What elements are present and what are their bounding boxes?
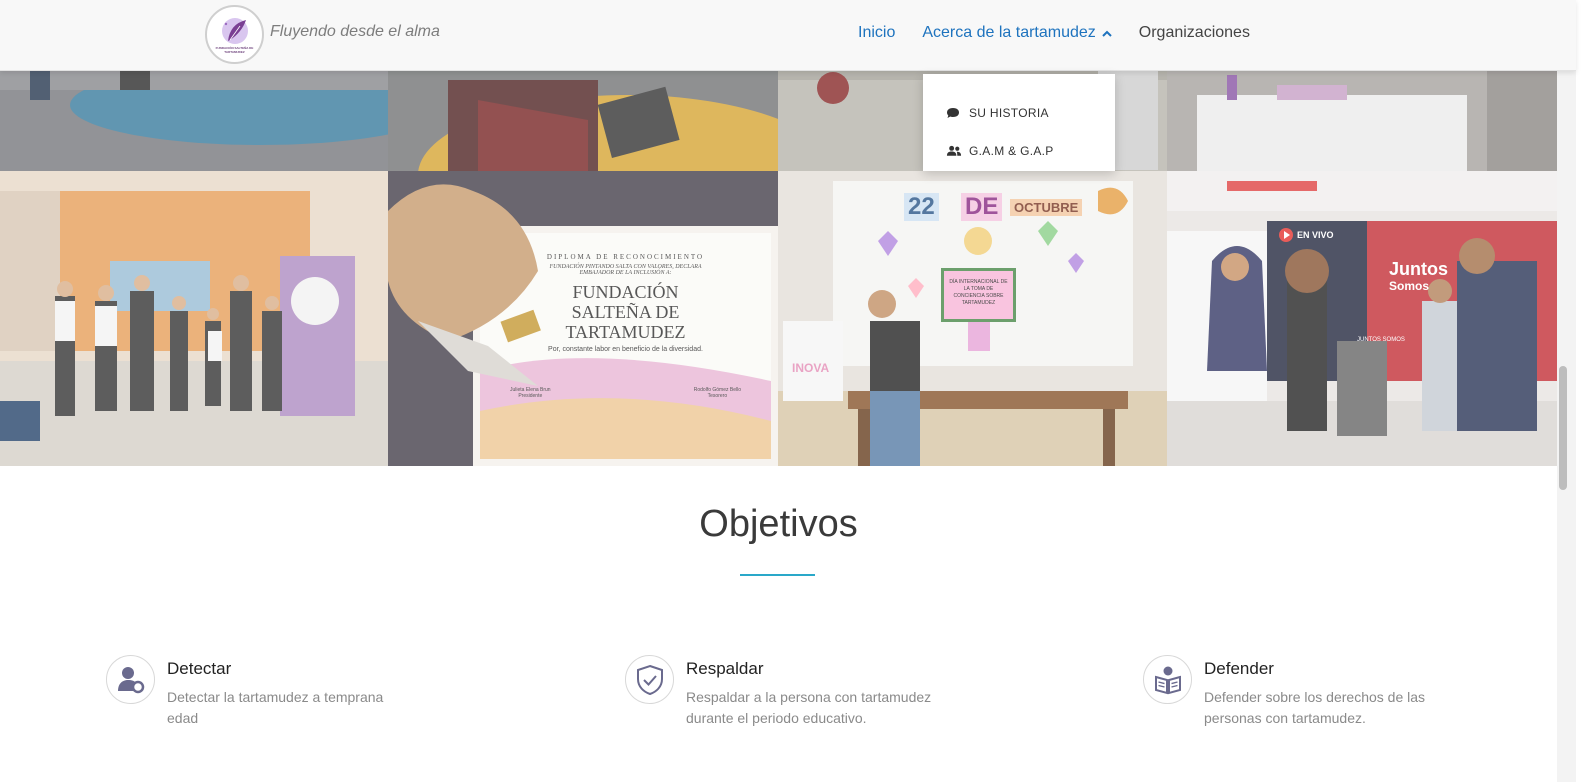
objective-respaldar: Respaldar Respaldar a la persona con tar… [625,655,965,735]
feather-logo-icon [221,17,248,44]
dropdown-label-gam-gap: G.A.M & G.A.P [969,144,1054,158]
tv-live-badge: EN VIVO [1279,228,1334,242]
nav-inicio[interactable]: Inicio [858,24,895,42]
dropdown-label-su-historia: SU HISTORIA [969,106,1049,120]
certificate-name1: FUNDACIÓN [572,282,679,302]
gallery-photo-board[interactable]: 22 DE OCTUBRE DÍA INTERNACIONAL DE LA TO… [778,171,1167,466]
certificate-line2: EMBAJADOR DE LA INCLUSIÓN A: [579,270,672,276]
certificate-signer2-role: Tesorero [707,393,728,399]
users-icon [946,145,962,157]
book-reader-icon [1143,655,1192,704]
certificate-signer2: Rodolfo Gómez Bello [693,387,741,393]
certificate-name2: SALTEÑA DE [571,302,680,322]
gallery-photo-tv[interactable]: EN VIVO Juntos Somos JUNTOS SOMOS [1167,171,1557,466]
objective-title: Defender [1204,659,1274,678]
board-sign: DÍA INTERNACIONAL DE LA TOMA DE CONCIENC… [941,268,1016,322]
chevron-up-icon [1102,24,1112,42]
nav-acerca[interactable]: Acerca de la tartamudez [922,24,1112,42]
main-nav: Inicio Acerca de la tartamudez Organizac… [858,24,1277,42]
nav-acerca-label: Acerca de la tartamudez [922,24,1096,41]
title-divider [740,574,815,576]
certificate-signer1: Julieta Elena Brun [510,387,551,393]
certificate-signer1-role: Presidente [518,393,543,399]
dropdown-item-su-historia[interactable]: SU HISTORIA [923,94,1115,132]
board-bag-text: INOVA [792,361,830,375]
comment-icon [946,107,962,119]
board-de: DE [961,193,1003,221]
board-month: OCTUBRE [1010,199,1083,216]
gallery-photo-certificate[interactable]: DIPLOMA DE RECONOCIMIENTO FUNDACIÓN PINT… [388,171,778,466]
objective-title: Detectar [167,659,232,678]
gallery-photo-group[interactable] [0,171,388,466]
tv-title1: Juntos [1389,259,1449,279]
objectives-title: Objetivos [699,503,858,545]
site-logo[interactable]: FUNDACIÓN SALTEÑA DE TARTAMUDEZ [205,5,264,64]
objective-title: Respaldar [686,659,764,678]
objective-detectar: Detectar Detectar la tartamudez a tempra… [106,655,446,735]
dropdown-item-gam-gap[interactable]: G.A.M & G.A.P [923,132,1115,170]
scrollbar-track[interactable] [1576,0,1592,782]
shield-check-icon [625,655,674,704]
board-day: 22 [904,193,939,221]
objective-text: Defender sobre los derechos de las perso… [1204,689,1426,726]
certificate-heading: DIPLOMA DE RECONOCIMIENTO [546,253,705,261]
brand-tagline[interactable]: Fluyendo desde el alma [270,23,440,41]
certificate-footer: Por, constante labor en beneficio de la … [548,346,703,353]
objective-defender: Defender Defender sobre los derechos de … [1143,655,1483,735]
certificate-line1: FUNDACIÓN PINTANDO SALTA CON VALORES, DE… [549,264,702,270]
about-dropdown-menu: SU HISTORIA G.A.M & G.A.P [923,74,1115,171]
tv-tag: JUNTOS SOMOS [1357,337,1405,343]
certificate-name3: TARTAMUDEZ [565,322,686,342]
tv-title2: Somos [1389,279,1430,293]
play-icon [1279,228,1293,242]
nav-organizaciones[interactable]: Organizaciones [1139,24,1250,42]
objective-text: Respaldar a la persona con tartamudez du… [686,689,932,726]
user-search-icon [106,655,155,704]
objective-text: Detectar la tartamudez a temprana edad [167,689,384,726]
scrollbar-thumb[interactable] [1559,366,1567,490]
logo-text: FUNDACIÓN SALTEÑA DE TARTAMUDEZ [215,45,254,54]
site-header: FUNDACIÓN SALTEÑA DE TARTAMUDEZ Fluyendo… [0,0,1576,71]
